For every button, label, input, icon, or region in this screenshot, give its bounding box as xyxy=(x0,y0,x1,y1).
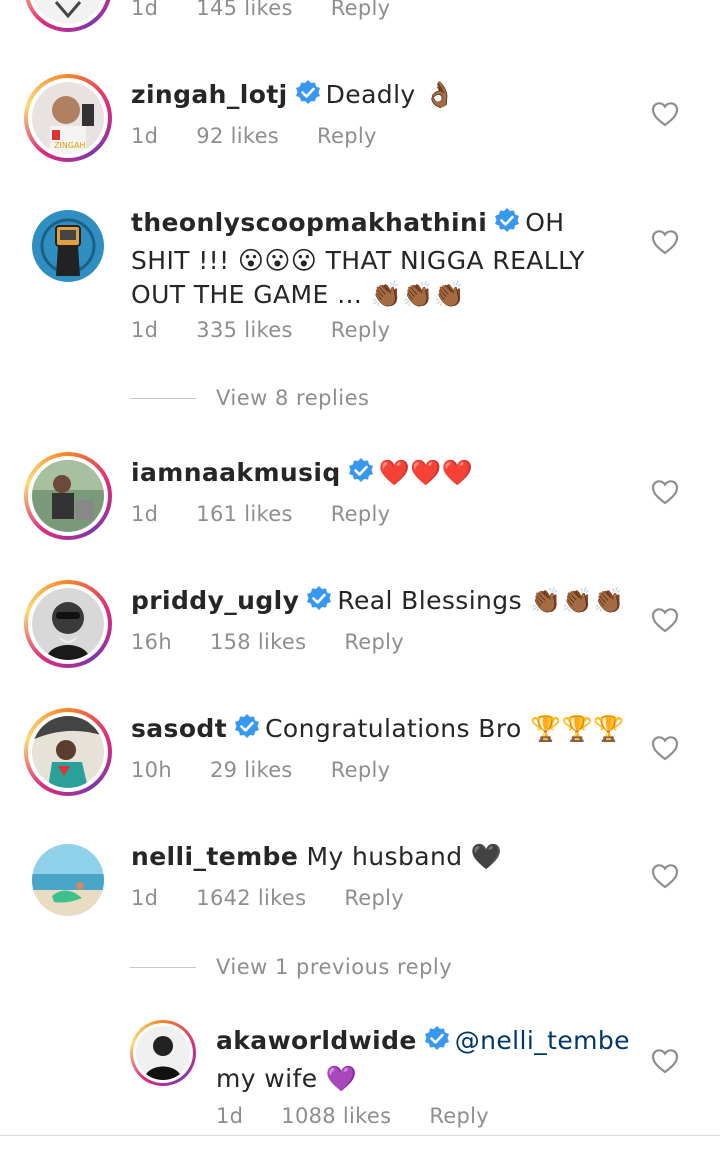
comment-text: Deadly 👌🏾 xyxy=(325,80,456,109)
comment-time: 1d xyxy=(131,886,159,910)
comment-likes[interactable]: 335 likes xyxy=(196,318,292,342)
reply-button[interactable]: Reply xyxy=(344,630,404,654)
comment-likes[interactable]: 145 likes xyxy=(196,0,292,20)
verified-badge-icon xyxy=(423,1025,451,1062)
avatar[interactable] xyxy=(130,1020,196,1086)
comment-body: theonlyscoopmakhathini OH SHIT !!! 😮😮😮 TH… xyxy=(131,206,631,312)
reply-button[interactable]: Reply xyxy=(331,318,391,342)
comment-likes[interactable]: 1642 likes xyxy=(196,886,306,910)
avatar[interactable] xyxy=(24,708,112,796)
comment-text: Real Blessings 👏🏾👏🏾👏🏾 xyxy=(337,586,625,615)
reply-button[interactable]: Reply xyxy=(317,124,377,148)
comment-body: zingah_lotj Deadly 👌🏾 xyxy=(131,78,631,116)
heart-outline-icon[interactable] xyxy=(651,735,679,761)
reply-body: akaworldwide @nelli_tembe my wife 💜 xyxy=(216,1024,636,1096)
comment-time: 1d xyxy=(131,318,159,342)
comment-meta: 1d 1642 likes Reply xyxy=(131,886,442,910)
heart-outline-icon[interactable] xyxy=(651,479,679,505)
heart-outline-icon[interactable] xyxy=(651,607,679,633)
comment-text: Congratulations Bro 🏆🏆🏆 xyxy=(265,714,625,743)
comment-time: 1d xyxy=(131,0,159,20)
heart-outline-icon[interactable] xyxy=(651,1048,679,1074)
verified-badge-icon xyxy=(294,79,322,116)
heart-outline-icon[interactable] xyxy=(651,863,679,889)
mention-link[interactable]: @nelli_tembe xyxy=(455,1026,630,1055)
reply-time: 1d xyxy=(216,1104,244,1128)
heart-outline-icon[interactable] xyxy=(651,101,679,127)
reply-button[interactable]: Reply xyxy=(331,0,391,20)
comment-body: sasodt Congratulations Bro 🏆🏆🏆 xyxy=(131,712,631,750)
comment-body: nelli_tembe My husband 🖤 xyxy=(131,840,631,874)
comment-body: priddy_ugly Real Blessings 👏🏾👏🏾👏🏾 xyxy=(131,584,631,622)
avatar[interactable] xyxy=(24,202,112,290)
reply-meta: 1d 1088 likes Reply xyxy=(216,1104,527,1128)
comment-time: 1d xyxy=(131,502,159,526)
reply-likes[interactable]: 1088 likes xyxy=(281,1104,391,1128)
comment-meta: 1d 335 likes Reply xyxy=(131,318,428,342)
reply-button[interactable]: Reply xyxy=(331,758,391,782)
comment-likes[interactable]: 92 likes xyxy=(196,124,279,148)
divider-line xyxy=(130,397,196,399)
comment-body: iamnaakmusiq ❤️❤️❤️ xyxy=(131,456,631,494)
verified-badge-icon xyxy=(347,457,375,494)
avatar[interactable] xyxy=(24,836,112,924)
comment-meta: 1d 145 likes Reply xyxy=(131,0,428,20)
view-previous-replies-button[interactable]: View 1 previous reply xyxy=(130,955,452,979)
reply-text: my wife 💜 xyxy=(216,1064,358,1093)
comment-username[interactable]: sasodt xyxy=(131,714,227,743)
view-replies-label[interactable]: View 1 previous reply xyxy=(216,955,452,979)
comment-username[interactable]: zingah_lotj xyxy=(131,80,288,109)
verified-badge-icon xyxy=(493,207,521,244)
avatar[interactable]: ZINGAH xyxy=(24,74,112,162)
comment-meta: 16h 158 likes Reply xyxy=(131,630,442,654)
reply-username[interactable]: akaworldwide xyxy=(216,1026,417,1055)
comment-meta: 10h 29 likes Reply xyxy=(131,758,428,782)
comment-username[interactable]: priddy_ugly xyxy=(131,586,299,615)
comment-meta: 1d 92 likes Reply xyxy=(131,124,415,148)
reply-button[interactable]: Reply xyxy=(429,1104,489,1128)
comment-likes[interactable]: 158 likes xyxy=(210,630,306,654)
comment-username[interactable]: nelli_tembe xyxy=(131,842,298,871)
comment-time: 16h xyxy=(131,630,172,654)
avatar[interactable] xyxy=(24,580,112,668)
comment-username[interactable]: iamnaakmusiq xyxy=(131,458,341,487)
verified-badge-icon xyxy=(233,713,261,750)
divider-line xyxy=(130,966,196,968)
svg-text:ZINGAH: ZINGAH xyxy=(54,141,86,150)
reply-button[interactable]: Reply xyxy=(344,886,404,910)
comment-text: ❤️❤️❤️ xyxy=(378,458,474,487)
view-replies-label[interactable]: View 8 replies xyxy=(216,386,370,410)
comment-time: 1d xyxy=(131,124,159,148)
comment-likes[interactable]: 161 likes xyxy=(196,502,292,526)
view-replies-button[interactable]: View 8 replies xyxy=(130,386,370,410)
comment-meta: 1d 161 likes Reply xyxy=(131,502,428,526)
comment-time: 10h xyxy=(131,758,172,782)
reply-button[interactable]: Reply xyxy=(331,502,391,526)
comment-text: My husband 🖤 xyxy=(306,842,503,871)
avatar[interactable] xyxy=(24,452,112,540)
comment-username[interactable]: theonlyscoopmakhathini xyxy=(131,208,487,237)
verified-badge-icon xyxy=(305,585,333,622)
bottom-divider xyxy=(0,1135,720,1136)
comment-likes[interactable]: 29 likes xyxy=(210,758,293,782)
avatar[interactable] xyxy=(24,0,112,32)
heart-outline-icon[interactable] xyxy=(651,229,679,255)
